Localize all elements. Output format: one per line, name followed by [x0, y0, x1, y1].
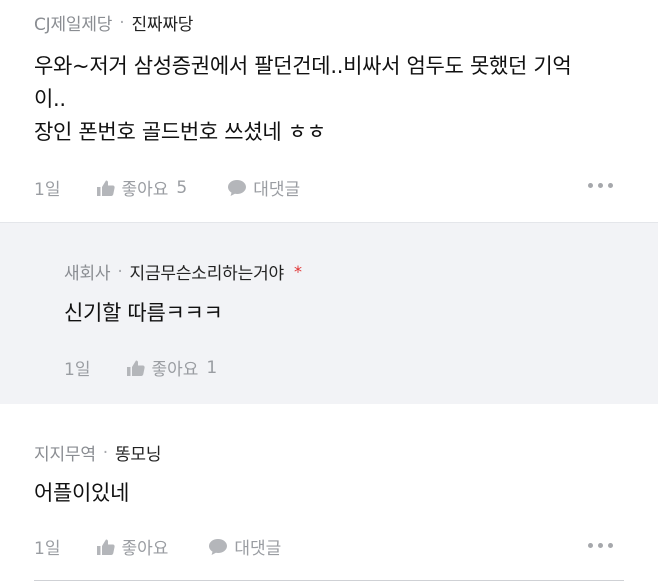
author-nickname[interactable]: 똥모닝	[115, 440, 162, 465]
author-nickname[interactable]: 진짜짜당	[131, 10, 193, 35]
like-button[interactable]: 좋아요 1	[126, 355, 217, 380]
author-nickname[interactable]: 지금무슨소리하는거야	[130, 259, 285, 284]
thumbs-up-icon	[97, 539, 116, 555]
reply-comment-item: 새회사 · 지금무슨소리하는거야 * 신기할 따름ㅋㅋㅋ 1일 좋아요 1	[0, 222, 658, 406]
reply-button[interactable]: 대댓글	[227, 175, 300, 200]
more-horizontal-icon[interactable]	[588, 543, 613, 548]
comment-actions: 1일 좋아요 대댓글	[34, 534, 281, 559]
comment-actions: 1일 좋아요 5 대댓글	[34, 175, 300, 201]
comment-item: 지지무역 · 똥모닝 어플이있네 1일 좋아요 대댓글	[0, 404, 658, 584]
comment-text-line: 신기할 따름ㅋㅋㅋ	[64, 301, 223, 325]
thumbs-up-icon	[127, 360, 146, 376]
comment-text-line: 장인 폰번호 골드번호 쓰셨네 ㅎㅎ	[34, 120, 326, 144]
comment-body: 어플이있네	[34, 477, 129, 510]
comment-body: 우와~저거 삼성증권에서 팔던건데..비싸서 엄두도 못했던 기억 이.. 장인…	[34, 50, 572, 149]
like-label: 좋아요	[121, 539, 169, 559]
comment-meta: 지지무역 · 똥모닝	[34, 440, 162, 466]
like-button[interactable]: 좋아요 5	[96, 175, 187, 200]
speech-bubble-icon	[209, 538, 228, 555]
comment-text-line: 우와~저거 삼성증권에서 팔던건데..비싸서 엄두도 못했던 기억	[34, 54, 572, 78]
comment-actions: 1일 좋아요 1	[64, 355, 217, 381]
author-star-mark: *	[293, 262, 302, 281]
reply-label: 대댓글	[234, 539, 282, 559]
speech-bubble-icon	[228, 179, 247, 196]
like-label: 좋아요	[121, 180, 169, 200]
like-count: 5	[176, 177, 188, 198]
meta-separator: ·	[119, 12, 125, 33]
comment-meta: 새회사 · 지금무슨소리하는거야 *	[64, 259, 302, 285]
comment-meta: CJ제일제당 · 진짜짜당	[34, 10, 193, 36]
meta-separator: ·	[117, 261, 123, 282]
meta-separator: ·	[102, 442, 108, 463]
comment-time: 1일	[64, 360, 91, 380]
bottom-divider	[34, 580, 624, 581]
company-label: 지지무역	[34, 445, 96, 465]
comment-time: 1일	[34, 539, 61, 559]
more-horizontal-icon[interactable]	[588, 183, 613, 188]
comment-text-line: 이..	[34, 87, 66, 111]
reply-button[interactable]: 대댓글	[208, 534, 281, 559]
comment-item: CJ제일제당 · 진짜짜당 우와~저거 삼성증권에서 팔던건데..비싸서 엄두도…	[0, 0, 658, 222]
reply-label: 대댓글	[253, 180, 301, 200]
company-label: CJ제일제당	[34, 15, 113, 35]
like-count: 1	[206, 357, 218, 378]
thumbs-up-icon	[97, 180, 116, 196]
company-label: 새회사	[64, 264, 111, 284]
like-button[interactable]: 좋아요	[96, 534, 168, 559]
comment-time: 1일	[34, 180, 61, 200]
like-label: 좋아요	[151, 360, 199, 380]
comment-text-line: 어플이있네	[34, 481, 130, 505]
comment-body: 신기할 따름ㅋㅋㅋ	[64, 297, 223, 330]
